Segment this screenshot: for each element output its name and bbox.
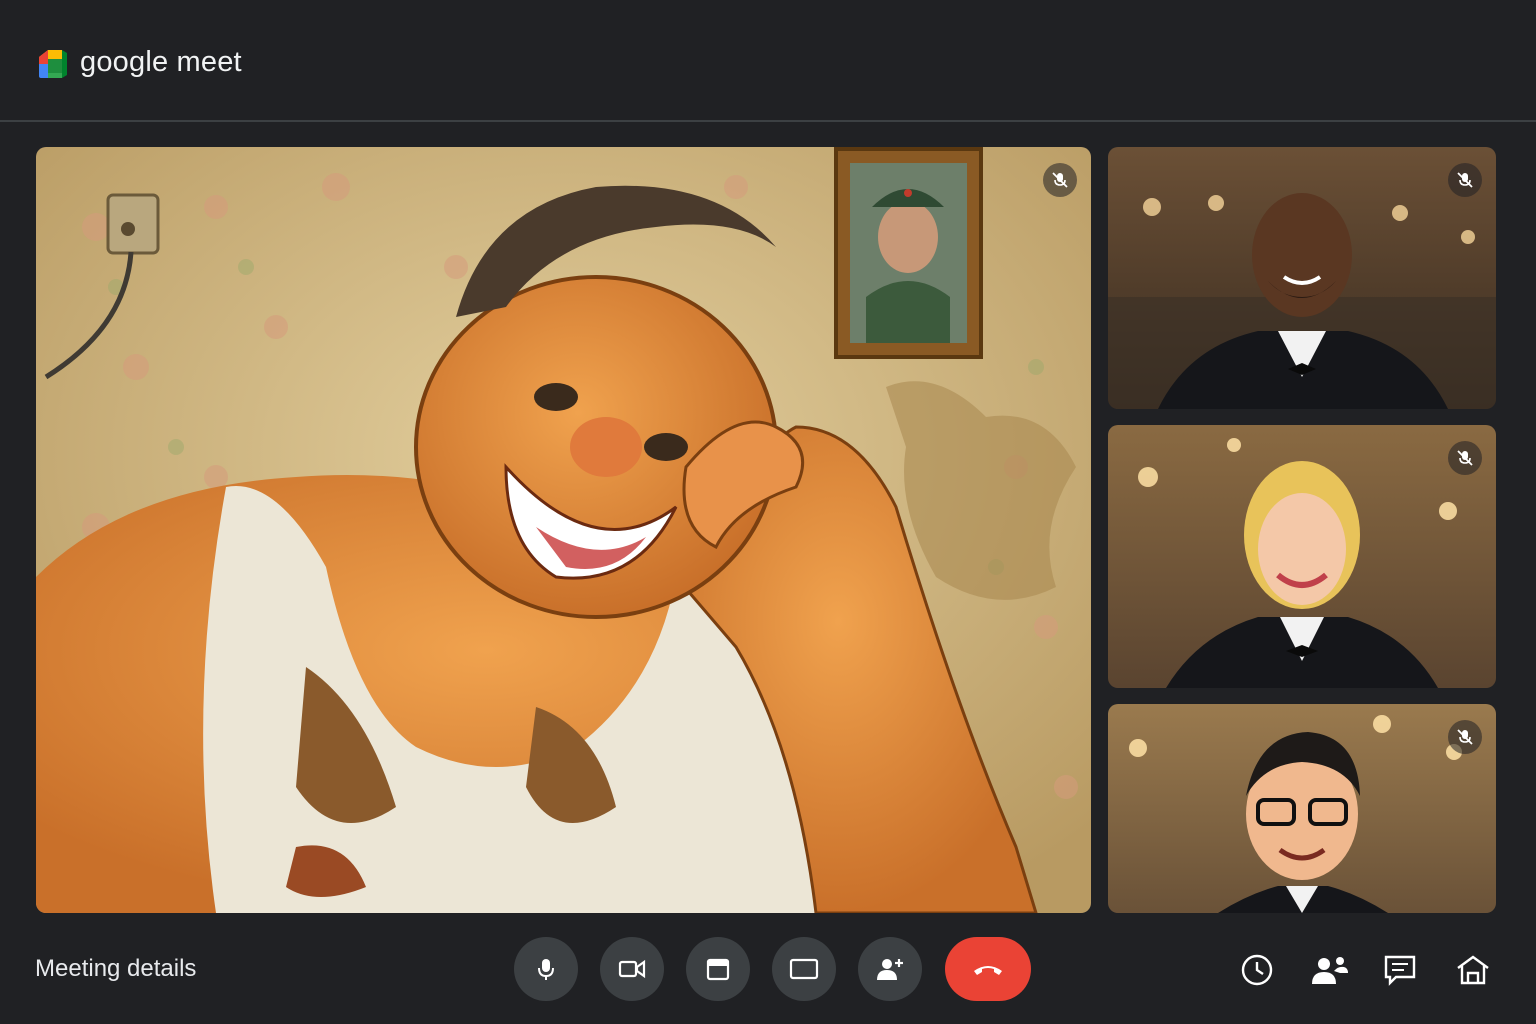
phone-hangup-icon xyxy=(974,966,1002,975)
camera-icon xyxy=(618,959,646,979)
top-bar: google meet xyxy=(0,0,1536,122)
participant-video-3 xyxy=(1108,704,1496,913)
mic-off-icon xyxy=(1457,172,1473,188)
participant-video-1 xyxy=(1108,147,1496,409)
mic-icon xyxy=(538,959,554,980)
mic-off-indicator xyxy=(1448,441,1482,475)
main-video-tile[interactable] xyxy=(36,147,1091,913)
people-button[interactable] xyxy=(1310,950,1350,990)
participant-tile-1[interactable] xyxy=(1108,147,1496,409)
mic-off-indicator xyxy=(1043,163,1077,197)
participant-video-main xyxy=(36,147,1091,913)
mic-off-icon xyxy=(1457,729,1473,745)
mic-off-icon xyxy=(1457,450,1473,466)
activities-button[interactable] xyxy=(1453,950,1493,990)
chat-icon xyxy=(1384,955,1416,986)
google-meet-logo xyxy=(39,50,67,78)
present-button[interactable] xyxy=(772,937,836,1001)
clock-button[interactable] xyxy=(1237,950,1277,990)
home-icon xyxy=(1457,955,1489,985)
app-title: google meet xyxy=(80,46,242,78)
participant-video-2 xyxy=(1108,425,1496,688)
mic-off-icon xyxy=(1052,172,1068,188)
microphone-button[interactable] xyxy=(514,937,578,1001)
chat-button[interactable] xyxy=(1380,950,1420,990)
participant-tile-3[interactable] xyxy=(1108,704,1496,913)
camera-button[interactable] xyxy=(600,937,664,1001)
present-icon xyxy=(789,958,819,980)
add-people-button[interactable] xyxy=(858,937,922,1001)
clock-icon xyxy=(1241,954,1273,986)
people-icon xyxy=(1312,957,1348,984)
add-person-icon xyxy=(877,959,903,980)
meeting-details-button[interactable]: Meeting details xyxy=(35,955,196,983)
captions-button[interactable] xyxy=(686,937,750,1001)
mic-off-indicator xyxy=(1448,163,1482,197)
end-call-button[interactable] xyxy=(945,937,1031,1001)
captions-icon xyxy=(706,958,730,981)
participant-tile-2[interactable] xyxy=(1108,425,1496,688)
mic-off-indicator xyxy=(1448,720,1482,754)
